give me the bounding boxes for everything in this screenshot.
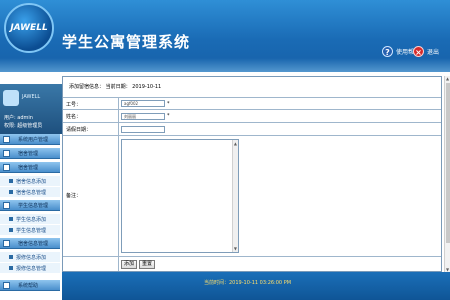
page-scrollbar[interactable]: ▲ ▼ <box>444 76 450 272</box>
sidebar-item-student-add[interactable]: 学生信息添加 <box>0 214 60 224</box>
bullet-icon <box>9 179 13 183</box>
logout-label: 退出 <box>427 48 440 56</box>
status-bar: 当前时间：2019-10-11 03:26:00 PM <box>62 272 450 300</box>
menu-group-dorm-info[interactable]: 宿舍信息管理 <box>0 238 60 249</box>
reset-button[interactable]: 重置 <box>139 260 155 269</box>
menu-group-users[interactable]: 系统用户管理 <box>0 134 60 145</box>
field-label: 备注： <box>66 193 82 199</box>
menu-group-label: 宿舍信息管理 <box>18 241 49 247</box>
sidebar-item-label: 报修信息添加 <box>16 255 47 261</box>
sidebar-item-repair-add[interactable]: 报修信息添加 <box>0 252 60 262</box>
menu-group-icon <box>3 202 10 209</box>
bullet-icon <box>9 255 13 259</box>
form-panel: 添加留宿信息： 当前日期： 2019-10-11 工号： agf002 * 姓名… <box>62 76 442 272</box>
menu-group-label: 系统用户管理 <box>18 137 49 143</box>
brand-mini-icon <box>3 90 19 106</box>
menu-group-icon <box>3 150 10 157</box>
menu-group-label: 宿舍管理 <box>18 165 39 171</box>
menu-group-icon <box>3 240 10 247</box>
scroll-down-icon[interactable]: ▼ <box>234 246 237 251</box>
user-role: 权限: 超级管理员 <box>4 123 43 129</box>
sidebar-brand: JAWELL <box>22 94 41 100</box>
sidebar-item-student-manage[interactable]: 学生信息管理 <box>0 225 60 235</box>
form-section-title: 添加留宿信息： 当前日期： 2019-10-11 <box>69 84 162 90</box>
close-icon: × <box>413 45 424 57</box>
sidebar-item-repair-manage[interactable]: 报修信息管理 <box>0 263 60 273</box>
menu-group-dorm-2[interactable]: 宿舍管理 <box>0 162 60 173</box>
form-row-actions: 添加 重置 <box>63 256 441 271</box>
scroll-up-icon[interactable]: ▲ <box>234 141 237 146</box>
scroll-thumb[interactable] <box>446 83 450 243</box>
sidebar-item-label: 报修信息管理 <box>16 266 47 272</box>
row-divider <box>118 110 119 122</box>
bullet-icon <box>9 266 13 270</box>
form-row-remark: 备注： ▲ ▼ <box>63 135 441 256</box>
required-marker: * <box>167 113 170 119</box>
form-row-id: 工号： agf002 * <box>63 97 441 109</box>
menu-group-label: 宿舍管理 <box>18 151 39 157</box>
row-divider <box>118 136 119 256</box>
scroll-up-icon[interactable]: ▲ <box>446 76 449 81</box>
row-divider <box>118 123 119 135</box>
required-marker: * <box>167 101 170 107</box>
logout-link[interactable]: × 退出 <box>413 44 439 58</box>
sidebar-item-dorm-manage[interactable]: 宿舍信息管理 <box>0 187 60 197</box>
field-label: 姓名： <box>66 114 82 120</box>
brand-logo: JAWELL <box>4 3 54 53</box>
user-name: 用户: admin <box>4 115 33 121</box>
field-label: 请假日期： <box>66 127 92 133</box>
app-header: JAWELL 学生公寓管理系统 ? 使用帮助 × 退出 <box>0 0 450 72</box>
current-time: 当前时间：2019-10-11 03:26:00 PM <box>204 280 292 286</box>
main-content: 添加留宿信息： 当前日期： 2019-10-11 工号： agf002 * 姓名… <box>62 72 450 300</box>
sidebar-item-label: 学生信息管理 <box>16 228 47 234</box>
menu-group-help[interactable]: 系统帮助 <box>0 280 60 291</box>
textarea-scrollbar[interactable]: ▲ ▼ <box>232 140 238 252</box>
bullet-icon <box>9 228 13 232</box>
form-row-name: 姓名： 刘丽丽 * <box>63 109 441 122</box>
bullet-icon <box>9 190 13 194</box>
menu-group-icon <box>3 282 10 289</box>
row-divider <box>118 98 119 109</box>
menu-group-dorm[interactable]: 宿舍管理 <box>0 148 60 159</box>
bullet-icon <box>9 217 13 221</box>
app-title: 学生公寓管理系统 <box>62 33 191 51</box>
menu-group-icon <box>3 136 10 143</box>
form-row-leave-date: 请假日期： <box>63 122 441 135</box>
menu-group-label: 学生信息管理 <box>18 203 49 209</box>
name-field[interactable]: 刘丽丽 <box>121 113 165 120</box>
menu-group-label: 系统帮助 <box>18 283 39 289</box>
sidebar-item-label: 宿舍信息添加 <box>16 179 47 185</box>
sidebar-item-label: 宿舍信息管理 <box>16 190 47 196</box>
sidebar-item-dorm-add[interactable]: 宿舍信息添加 <box>0 176 60 186</box>
menu-group-icon <box>3 164 10 171</box>
sidebar-item-label: 学生信息添加 <box>16 217 47 223</box>
field-label: 工号： <box>66 102 82 108</box>
staff-id-field[interactable]: agf002 <box>121 100 165 107</box>
row-divider <box>118 257 119 271</box>
remark-textarea[interactable]: ▲ ▼ <box>121 139 239 253</box>
user-panel: JAWELL 用户: admin 权限: 超级管理员 <box>0 84 62 134</box>
header-wave <box>0 58 450 72</box>
submit-button[interactable]: 添加 <box>121 260 137 269</box>
menu-group-students[interactable]: 学生信息管理 <box>0 200 60 211</box>
question-icon: ? <box>382 45 393 57</box>
sidebar: JAWELL 用户: admin 权限: 超级管理员 系统用户管理 宿舍管理 宿… <box>0 72 62 300</box>
leave-date-field[interactable] <box>121 126 165 133</box>
